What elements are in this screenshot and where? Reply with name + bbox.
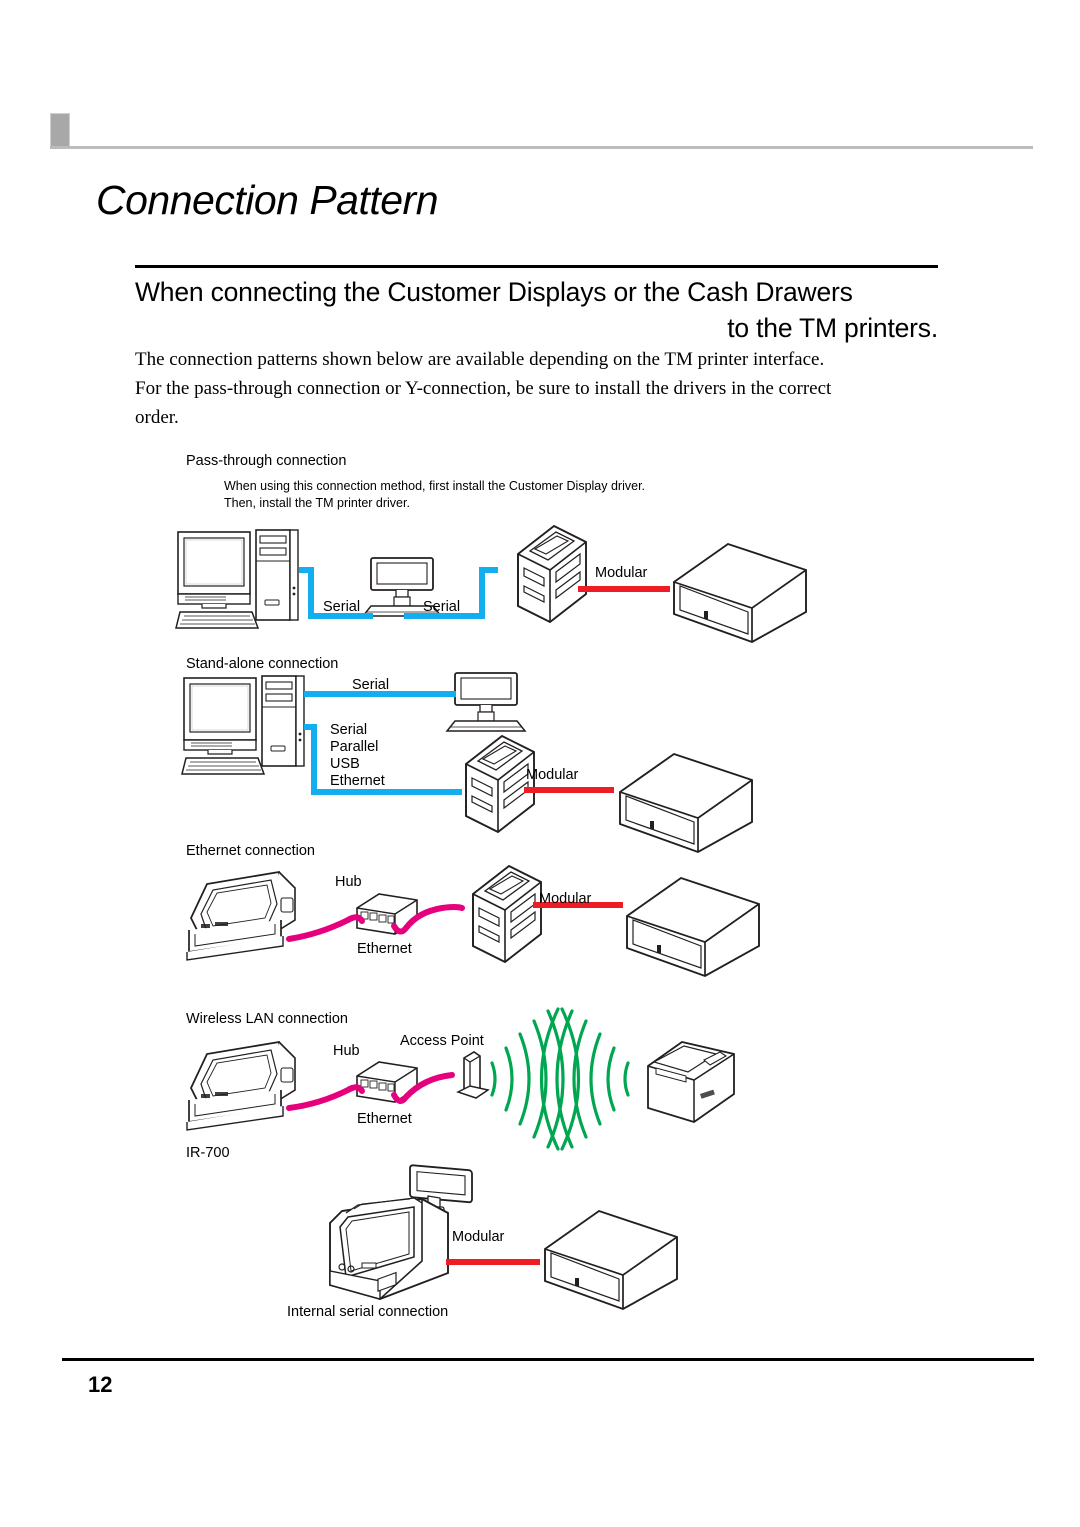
cable-label-serial-1: Serial [323,599,361,615]
intro-paragraph: The connection patterns shown below are … [135,345,935,432]
cash-drawer-icon [619,753,753,853]
diagram-title-ir700: IR-700 [186,1145,230,1161]
device-label-hub-1: Hub [335,874,362,890]
diagram-title-stand-alone: Stand-alone connection [186,656,339,672]
diagram-title-wireless-lan: Wireless LAN connection [186,1011,348,1027]
desktop-pc-icon [181,675,305,775]
cash-drawer-icon [673,543,807,643]
pass-through-note-1: When using this connection method, first… [224,479,646,493]
section-heading-line-2: to the TM printers. [727,313,938,343]
pos-terminal-icon [186,1041,296,1131]
ethernet-cable-pos-hub [286,914,365,942]
device-label-access-point: Access Point [400,1033,484,1049]
ethernet-cable-hub-ap [391,1072,455,1104]
cable-label-modular-4: Modular [452,1229,505,1245]
page-title: Connection Pattern [96,177,439,223]
intro-line-2: For the pass-through connection or Y-con… [135,378,832,399]
tm-printer-icon [517,525,587,623]
section-heading-rule [135,265,938,268]
cable-label-ethernet-2: Ethernet [357,1111,412,1127]
cash-drawer-icon [544,1210,678,1310]
desktop-pc-icon [175,529,299,629]
cash-drawer-icon [626,877,760,977]
device-label-hub-2: Hub [333,1043,360,1059]
intro-line-3: order. [135,407,179,428]
wireless-tm-printer-icon [647,1041,735,1123]
interface-label-ethernet: Ethernet [330,773,385,789]
caption-internal-serial-connection: Internal serial connection [287,1304,449,1320]
ir700-pos-terminal-icon [329,1164,473,1300]
connection-diagrams [175,525,807,1310]
tm-printer-icon [472,865,542,963]
diagram-title-ethernet: Ethernet connection [186,843,315,859]
pass-through-note-2: Then, install the TM printer driver. [224,496,410,510]
hub-icon [356,1061,418,1103]
ethernet-cable-hub-printer [391,904,465,935]
diagram-title-pass-through: Pass-through connection [186,453,347,469]
hub-icon [356,893,418,935]
header-accent-bar [50,113,70,147]
cable-label-modular-1: Modular [595,565,648,581]
access-point-icon [457,1051,489,1099]
page-number: 12 [88,1372,113,1397]
section-heading-line-1: When connecting the Customer Displays or… [135,277,853,307]
tm-printer-icon [465,735,535,833]
cable-label-modular-2: Modular [526,767,579,783]
ethernet-cable-pos-hub [286,1084,365,1111]
customer-display-icon [446,672,526,732]
header-rule [50,146,1033,149]
diagram-wireless-lan [186,1007,735,1151]
intro-line-1: The connection patterns shown below are … [135,349,825,370]
diagram-ethernet [186,865,760,977]
wireless-wave-icon [490,1007,630,1151]
cable-label-modular-3: Modular [539,891,592,907]
diagram-stand-alone [181,672,753,853]
section-heading: When connecting the Customer Displays or… [135,274,938,346]
document-page: Connection Pattern When connecting the C… [0,0,1080,1527]
cable-label-ethernet-1: Ethernet [357,941,412,957]
footer-rule [62,1358,1034,1361]
diagram-pass-through [175,525,807,643]
pos-terminal-icon [186,871,296,961]
cable-label-serial-2: Serial [423,599,461,615]
cable-label-serial-display: Serial [352,677,390,693]
